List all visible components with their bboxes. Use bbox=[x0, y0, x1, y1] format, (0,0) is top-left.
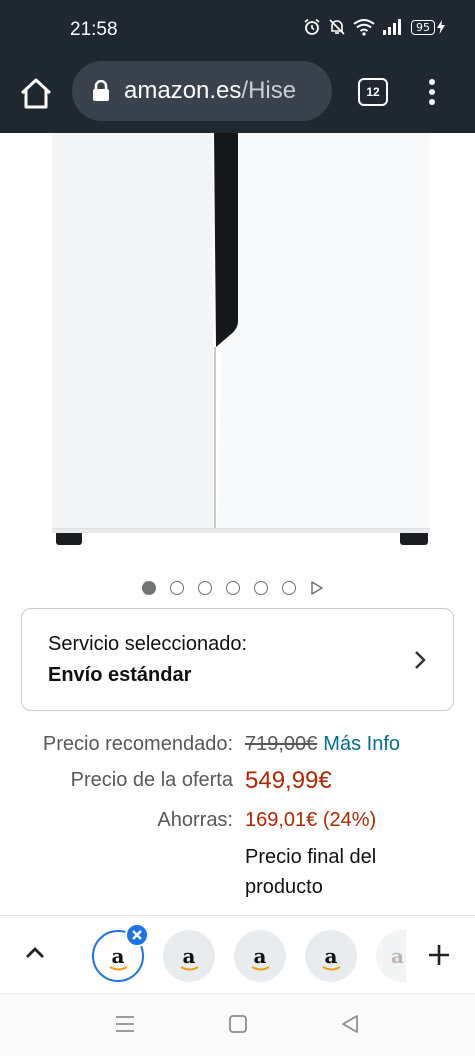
wifi-icon bbox=[353, 19, 375, 36]
tab-thumbnail[interactable]: a bbox=[163, 930, 215, 982]
url-path: /Hise bbox=[241, 77, 297, 104]
tab-strip: a a a a a bbox=[0, 915, 475, 993]
recommended-price-label: Precio recomendado: bbox=[42, 733, 233, 755]
offer-price: 549,99€ bbox=[245, 767, 332, 794]
recommended-price-row: 719,00€ Más Info bbox=[245, 733, 400, 756]
chevron-up-icon[interactable] bbox=[24, 944, 46, 960]
tabs-icon[interactable]: 12 bbox=[358, 78, 388, 106]
image-carousel-dots bbox=[142, 581, 324, 595]
service-value: Envío estándar bbox=[48, 664, 192, 686]
status-time: 21:58 bbox=[70, 19, 118, 40]
tab-thumbnail[interactable]: a bbox=[234, 930, 286, 982]
carousel-dot[interactable] bbox=[198, 581, 212, 595]
offer-price-label: Precio de la oferta bbox=[70, 769, 233, 791]
carousel-dot[interactable] bbox=[142, 581, 156, 595]
lock-icon bbox=[93, 80, 109, 101]
chevron-right-icon bbox=[415, 651, 426, 669]
carousel-dot[interactable] bbox=[170, 581, 184, 595]
close-icon[interactable] bbox=[125, 923, 149, 947]
amazon-logo-icon: a bbox=[391, 944, 404, 968]
carousel-dot[interactable] bbox=[254, 581, 268, 595]
menu-icon[interactable] bbox=[424, 76, 440, 108]
back-icon[interactable] bbox=[340, 1014, 360, 1034]
savings-label: Ahorras: bbox=[157, 809, 233, 831]
home-icon[interactable] bbox=[18, 76, 54, 112]
service-selector[interactable]: Servicio seleccionado: Envío estándar bbox=[21, 608, 454, 711]
url-bar[interactable]: amazon.es/Hise bbox=[72, 61, 332, 121]
amazon-logo-icon: a bbox=[109, 946, 128, 971]
charging-icon bbox=[437, 20, 445, 34]
battery-icon: 95 bbox=[411, 19, 445, 35]
carousel-dot[interactable] bbox=[226, 581, 240, 595]
signal-icon bbox=[383, 19, 401, 35]
plus-icon[interactable] bbox=[426, 942, 452, 968]
product-image[interactable] bbox=[0, 133, 475, 553]
savings-value: 169,01€ (24%) bbox=[245, 809, 377, 831]
battery-level: 95 bbox=[411, 19, 435, 35]
mute-icon bbox=[329, 19, 345, 35]
recents-icon[interactable] bbox=[114, 1014, 136, 1034]
carousel-dot[interactable] bbox=[282, 581, 296, 595]
amazon-logo-icon: a bbox=[322, 946, 341, 971]
more-info-link[interactable]: Más Info bbox=[323, 733, 400, 755]
home-square-icon[interactable] bbox=[228, 1014, 248, 1034]
tab-count: 12 bbox=[366, 85, 380, 99]
status-icons: 95 bbox=[303, 18, 445, 36]
system-nav-bar bbox=[0, 993, 475, 1056]
alarm-icon bbox=[304, 18, 320, 35]
amazon-logo-icon: a bbox=[180, 946, 199, 971]
browser-toolbar: amazon.es/Hise 12 bbox=[0, 58, 475, 133]
recommended-price: 719,00€ bbox=[245, 733, 318, 755]
play-video-icon[interactable] bbox=[310, 581, 324, 595]
tab-thumbnail[interactable]: a bbox=[305, 930, 357, 982]
status-bar: 21:58 95 bbox=[0, 0, 475, 58]
amazon-logo-icon: a bbox=[251, 946, 270, 971]
final-price-note: Precio final del producto bbox=[245, 846, 377, 898]
url-domain: amazon.es bbox=[124, 77, 242, 104]
service-label: Servicio seleccionado: bbox=[48, 633, 247, 655]
tab-thumbnail-partial[interactable]: a bbox=[376, 930, 406, 982]
